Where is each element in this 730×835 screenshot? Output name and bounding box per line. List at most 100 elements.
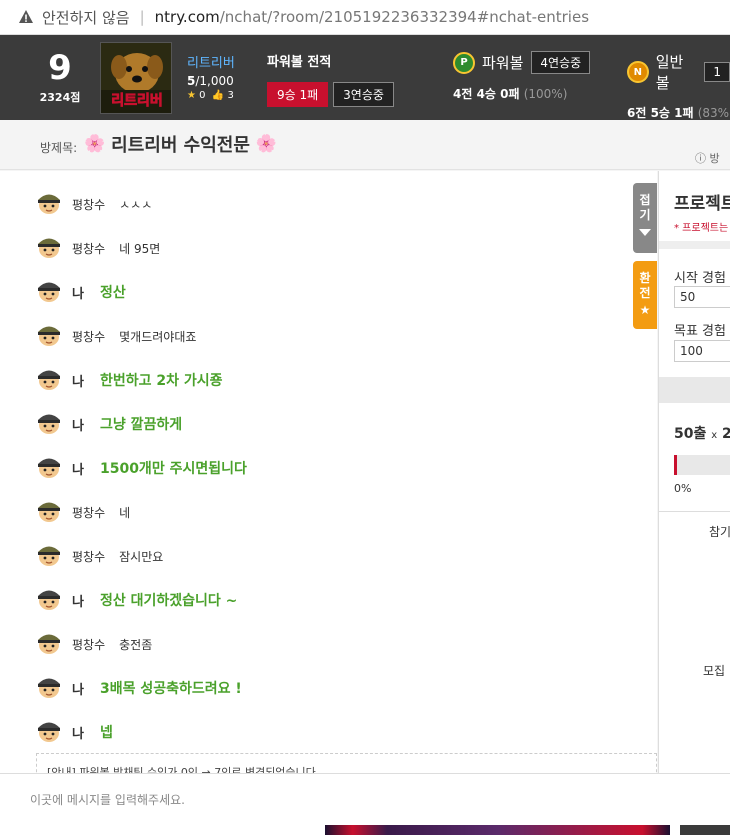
room-header: 9 2324점 리트리버 리트리버 5/1,000 ★ 0 👍 3 파워볼 전적… (0, 35, 730, 120)
powerball-badges: 9승 1패 3연승중 (267, 82, 394, 107)
user-face-icon[interactable] (36, 673, 62, 703)
message-sender[interactable]: 평창수 (72, 328, 105, 345)
chat-message: 나 3배목 성공축하드려요 ! (36, 675, 242, 701)
banner-art-side (680, 825, 730, 835)
message-input-bar (0, 773, 730, 825)
user-face-icon[interactable] (36, 453, 62, 483)
user-face-icon[interactable] (36, 585, 62, 615)
chat-message: 평창수 네 (36, 499, 130, 525)
url-host: ntry.com (154, 8, 220, 26)
user-stats: ★ 0 👍 3 (187, 90, 235, 101)
member-count-limit: /1,000 (195, 74, 234, 88)
user-face-icon[interactable] (36, 365, 62, 395)
message-text: 정산 (99, 285, 126, 301)
level-number: 9 (48, 48, 72, 88)
powerball-record: 파워볼 전적 9승 1패 3연승중 (267, 51, 394, 107)
star-icon: ★ (639, 303, 651, 317)
chat-message: 평창수 ㅅㅅㅅ (36, 191, 152, 217)
recruit-label: 모집 (703, 664, 726, 678)
game-normalball: N 일반볼 1 6전 5승 1패 (83% (627, 51, 730, 121)
game-powerball-row: P 파워볼 4연승중 (453, 51, 591, 74)
level-block: 9 2324점 (36, 49, 84, 105)
bottom-strip (0, 825, 730, 835)
multiplier-b: 2 (722, 426, 730, 442)
user-face-icon[interactable] (36, 409, 62, 439)
message-sender[interactable]: 나 (72, 723, 84, 742)
warning-icon (18, 9, 34, 25)
cherry-blossom-icon: 🌸 (84, 134, 106, 154)
powerball-record-title: 파워볼 전적 (267, 55, 332, 70)
info-icon: ⓘ (695, 152, 706, 165)
project-panel: 프로젝트 * 프로젝트는 시작 경험 50 목표 경험 100 50출 x 2 … (658, 171, 730, 773)
fold-tab-char-1: 접 (639, 193, 651, 207)
message-input[interactable] (30, 788, 650, 812)
user-face-icon[interactable] (36, 189, 62, 219)
message-text: 네 95면 (119, 241, 161, 256)
message-text: 잠시만요 (119, 549, 164, 564)
address-bar[interactable]: 안전하지 않음 | ntry.com/nchat/?room/210519223… (0, 0, 730, 35)
message-sender[interactable]: 나 (72, 591, 84, 610)
user-face-icon[interactable] (36, 277, 62, 307)
thumbs-up-icon: 👍 (208, 90, 225, 101)
room-title: 🌸 리트리버 수익전문 🌸 (84, 131, 277, 157)
message-sender[interactable]: 평창수 (72, 196, 105, 213)
address-separator: | (139, 8, 145, 26)
user-face-icon[interactable] (36, 321, 62, 351)
fold-tab[interactable]: 접 기 (633, 183, 657, 253)
message-text: 1500개만 주시면됩니다 (99, 461, 247, 477)
room-title-bar: 방제목: 🌸 리트리버 수익전문 🌸 ⓘ 방 (0, 120, 730, 170)
panel-section-bar (659, 377, 730, 403)
chat-message: 평창수 몇개드려야대죠 (36, 323, 196, 349)
win-streak-badge: 3연승중 (333, 82, 394, 107)
chat-message: 평창수 네 95면 (36, 235, 160, 261)
room-info-link[interactable]: ⓘ 방 (695, 150, 720, 166)
chat-messages[interactable]: 평창수 ㅅㅅㅅ 평창수 네 95면 나 정산 평창수 몇개드려야대죠 나 한번하고 2차 가시죵 나… (0, 171, 657, 773)
message-text: ㅅㅅㅅ (119, 197, 153, 212)
message-sender[interactable]: 나 (72, 459, 84, 478)
star-icon: ★ (187, 90, 196, 101)
message-sender[interactable]: 나 (72, 371, 84, 390)
message-sender[interactable]: 나 (72, 679, 84, 698)
url-text[interactable]: ntry.com/nchat/?room/2105192236332394#nc… (155, 8, 589, 26)
user-face-icon[interactable] (36, 541, 62, 571)
thumbs-count: 3 (227, 90, 234, 101)
powerball-p-icon: P (453, 51, 475, 74)
progress-bar (674, 455, 730, 475)
target-exp-input[interactable]: 100 (674, 340, 730, 362)
panel-divider (659, 511, 730, 512)
message-sender[interactable]: 평창수 (72, 240, 105, 257)
cherry-blossom-icon: 🌸 (255, 134, 278, 154)
star-count: 0 (199, 90, 206, 101)
message-sender[interactable]: 평창수 (72, 548, 105, 565)
exchange-tab-char-1: 환 (639, 271, 651, 285)
user-face-icon[interactable] (36, 629, 62, 659)
url-path: /nchat/?room/2105192236332394#nchat-entr… (219, 8, 590, 26)
message-sender[interactable]: 나 (72, 283, 84, 302)
progress-fill (674, 455, 677, 475)
message-sender[interactable]: 나 (72, 415, 84, 434)
user-name[interactable]: 리트리버 (187, 52, 235, 71)
game-normalball-row: N 일반볼 1 (627, 51, 730, 93)
message-text: 정산 대기하겠습니다 ~ (99, 593, 238, 609)
message-text: 충전좀 (119, 637, 153, 652)
chat-message: 나 정산 대기하겠습니다 ~ (36, 587, 237, 613)
exchange-tab[interactable]: 환 전 ★ (633, 261, 657, 329)
room-avatar[interactable]: 리트리버 (100, 42, 172, 114)
user-face-icon[interactable] (36, 497, 62, 527)
progress-percent: 0% (674, 482, 692, 495)
game-powerball: P 파워볼 4연승중 4전 4승 0패 (100%) (453, 51, 591, 102)
user-face-icon[interactable] (36, 717, 62, 747)
win-loss-badge: 9승 1패 (267, 82, 329, 107)
panel-divider (659, 241, 730, 249)
member-count: 5/1,000 (187, 74, 235, 88)
start-exp-input[interactable]: 50 (674, 286, 730, 308)
user-face-icon[interactable] (36, 233, 62, 263)
user-info: 리트리버 5/1,000 ★ 0 👍 3 (187, 52, 235, 101)
game-powerball-streak: 4연승중 (531, 51, 591, 74)
message-text: 넵 (99, 725, 113, 741)
room-title-text: 리트리버 수익전문 (111, 135, 250, 156)
multiplier-text: 50출 x 2 t (674, 423, 730, 443)
message-sender[interactable]: 평창수 (72, 504, 105, 521)
message-sender[interactable]: 평창수 (72, 636, 105, 653)
chat-message: 나 정산 (36, 279, 126, 305)
